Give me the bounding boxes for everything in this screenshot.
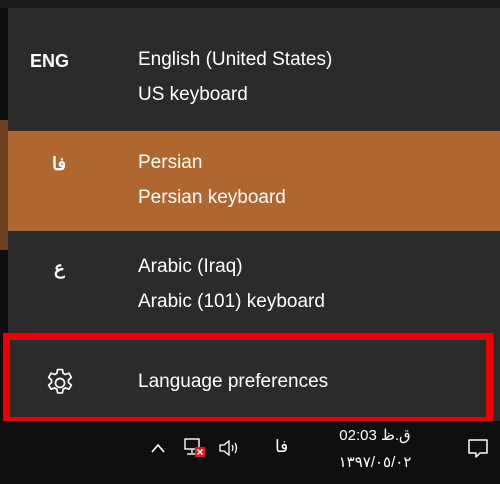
notification-icon[interactable] — [466, 437, 490, 461]
language-code: ENG — [30, 51, 70, 71]
language-item-arabic[interactable]: ع Arabic (Iraq) Arabic (101) keyboard — [8, 238, 500, 328]
language-name: Persian — [138, 152, 203, 173]
clock-date[interactable]: ١٣٩٧/٠٥/٠٢ — [320, 453, 430, 471]
keyboard-layout: US keyboard — [138, 84, 248, 105]
language-name: English (United States) — [138, 49, 333, 70]
chevron-up-icon[interactable] — [150, 441, 166, 455]
taskbar: فا 02:03 ق.ظ ١٣٩٧/٠٥/٠٢ — [0, 421, 500, 484]
keyboard-layout: Arabic (101) keyboard — [138, 291, 325, 312]
keyboard-layout: Persian keyboard — [138, 187, 286, 208]
background-window-edge — [0, 120, 8, 250]
language-code: فا — [52, 154, 67, 174]
highlight-box — [3, 333, 493, 424]
network-disconnected-icon[interactable] — [183, 437, 207, 459]
window-edge-strip — [0, 0, 500, 8]
language-code: ع — [54, 258, 65, 278]
input-language-indicator[interactable]: فا — [275, 437, 288, 457]
language-name: Arabic (Iraq) — [138, 256, 243, 277]
language-item-english[interactable]: ENG English (United States) US keyboard — [8, 8, 500, 105]
clock-time[interactable]: 02:03 ق.ظ — [320, 426, 430, 444]
volume-icon[interactable] — [218, 439, 242, 457]
language-item-persian[interactable]: فا Persian Persian keyboard — [8, 131, 500, 231]
